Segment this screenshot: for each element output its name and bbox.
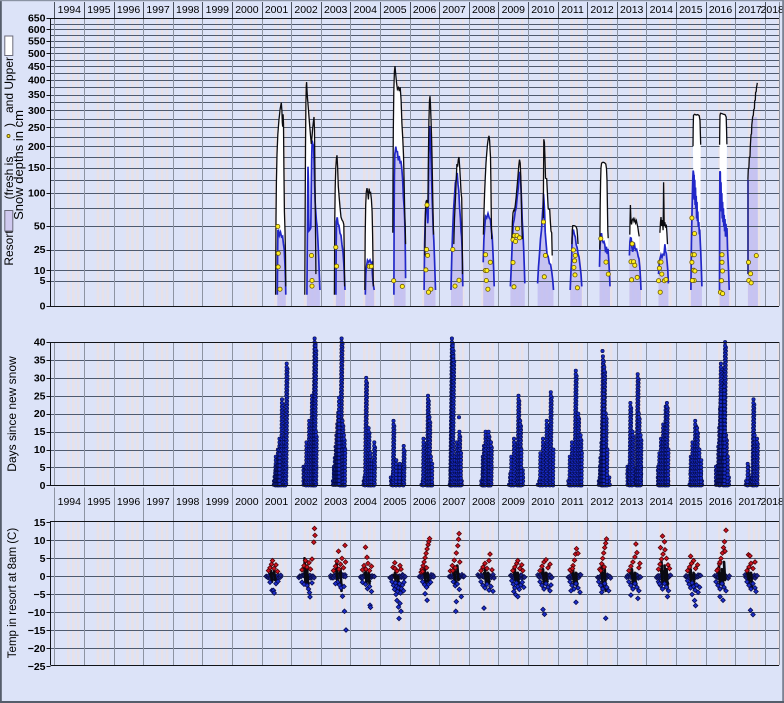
svg-text:2016: 2016 bbox=[709, 496, 733, 508]
svg-text:Temp in resort at 8am (C): Temp in resort at 8am (C) bbox=[7, 528, 19, 659]
svg-text:30: 30 bbox=[34, 372, 46, 384]
svg-text:15: 15 bbox=[34, 517, 46, 529]
svg-text:1994: 1994 bbox=[58, 4, 82, 16]
svg-text:2014: 2014 bbox=[650, 496, 674, 508]
svg-text:5: 5 bbox=[40, 553, 46, 565]
svg-text:Days since new snow: Days since new snow bbox=[5, 356, 19, 472]
svg-text:450: 450 bbox=[28, 61, 46, 73]
svg-text:2006: 2006 bbox=[413, 496, 437, 508]
svg-text:350: 350 bbox=[28, 89, 46, 101]
svg-text:40: 40 bbox=[34, 337, 46, 349]
svg-text:10: 10 bbox=[34, 535, 46, 547]
svg-text:2010: 2010 bbox=[531, 4, 555, 16]
svg-text:−10: −10 bbox=[28, 607, 46, 619]
svg-text:−5: −5 bbox=[34, 589, 46, 601]
svg-text:1999: 1999 bbox=[206, 4, 230, 16]
svg-text:250: 250 bbox=[28, 122, 46, 134]
svg-text:5: 5 bbox=[40, 462, 46, 474]
svg-text:650: 650 bbox=[28, 13, 46, 25]
svg-text:Resort: Resort bbox=[2, 230, 16, 266]
svg-text:100: 100 bbox=[28, 188, 46, 200]
svg-text:500: 500 bbox=[28, 48, 46, 60]
svg-text:2000: 2000 bbox=[235, 4, 259, 16]
svg-text:2018: 2018 bbox=[761, 4, 784, 16]
svg-text:Snow depths in cm: Snow depths in cm bbox=[11, 110, 26, 220]
svg-text:2014: 2014 bbox=[650, 4, 674, 16]
svg-text:2004: 2004 bbox=[354, 496, 378, 508]
svg-text:2015: 2015 bbox=[679, 496, 703, 508]
svg-text:2009: 2009 bbox=[502, 4, 526, 16]
svg-text:2001: 2001 bbox=[265, 4, 289, 16]
svg-text:2013: 2013 bbox=[620, 4, 644, 16]
svg-text:2010: 2010 bbox=[531, 496, 555, 508]
svg-text:2013: 2013 bbox=[620, 496, 644, 508]
svg-text:2009: 2009 bbox=[502, 496, 526, 508]
svg-text:0: 0 bbox=[40, 571, 46, 583]
svg-text:2001: 2001 bbox=[265, 496, 289, 508]
svg-text:2000: 2000 bbox=[235, 496, 259, 508]
svg-text:2002: 2002 bbox=[294, 4, 318, 16]
svg-text:1997: 1997 bbox=[146, 4, 170, 16]
svg-text:0: 0 bbox=[40, 480, 46, 492]
svg-text:1999: 1999 bbox=[206, 496, 230, 508]
svg-text:−25: −25 bbox=[28, 661, 46, 673]
svg-text:5: 5 bbox=[40, 275, 46, 287]
svg-text:550: 550 bbox=[28, 36, 46, 48]
svg-text:1996: 1996 bbox=[117, 496, 141, 508]
svg-text:2006: 2006 bbox=[413, 4, 437, 16]
svg-text:10: 10 bbox=[34, 265, 46, 277]
svg-text:1996: 1996 bbox=[117, 4, 141, 16]
svg-text:and Upper: and Upper bbox=[2, 57, 16, 113]
svg-text:2011: 2011 bbox=[561, 4, 584, 16]
svg-text:50: 50 bbox=[34, 221, 46, 233]
svg-text:25: 25 bbox=[34, 244, 46, 256]
svg-text:2008: 2008 bbox=[472, 496, 496, 508]
svg-text:2008: 2008 bbox=[472, 4, 496, 16]
svg-text:300: 300 bbox=[28, 105, 46, 117]
svg-text:2011: 2011 bbox=[561, 496, 584, 508]
svg-text:400: 400 bbox=[28, 75, 46, 87]
svg-text:2018: 2018 bbox=[761, 496, 784, 508]
svg-text:2007: 2007 bbox=[442, 4, 466, 16]
svg-text:10: 10 bbox=[34, 444, 46, 456]
svg-text:200: 200 bbox=[28, 141, 46, 153]
svg-text:−20: −20 bbox=[28, 643, 46, 655]
svg-text:15: 15 bbox=[34, 426, 46, 438]
svg-text:1995: 1995 bbox=[87, 496, 111, 508]
svg-text:2012: 2012 bbox=[590, 496, 614, 508]
svg-text:1998: 1998 bbox=[176, 496, 200, 508]
svg-text:2012: 2012 bbox=[590, 4, 614, 16]
svg-text:0: 0 bbox=[40, 301, 46, 313]
svg-text:35: 35 bbox=[34, 355, 46, 367]
svg-text:1995: 1995 bbox=[87, 4, 111, 16]
svg-text:2015: 2015 bbox=[679, 4, 703, 16]
svg-text:1994: 1994 bbox=[58, 496, 82, 508]
svg-text:2003: 2003 bbox=[324, 4, 348, 16]
svg-text:2017: 2017 bbox=[738, 496, 762, 508]
svg-text:1997: 1997 bbox=[146, 496, 170, 508]
svg-text:2004: 2004 bbox=[354, 4, 378, 16]
svg-text:2005: 2005 bbox=[383, 496, 407, 508]
svg-text:2016: 2016 bbox=[709, 4, 733, 16]
svg-text:20: 20 bbox=[34, 408, 46, 420]
svg-text:600: 600 bbox=[28, 24, 46, 36]
svg-text:−15: −15 bbox=[28, 625, 46, 637]
svg-text:25: 25 bbox=[34, 390, 46, 402]
svg-text:150: 150 bbox=[28, 162, 46, 174]
svg-text:2005: 2005 bbox=[383, 4, 407, 16]
svg-text:2003: 2003 bbox=[324, 496, 348, 508]
svg-text:2017: 2017 bbox=[738, 4, 762, 16]
svg-text:2007: 2007 bbox=[442, 496, 466, 508]
svg-text:2002: 2002 bbox=[294, 496, 318, 508]
svg-text:1998: 1998 bbox=[176, 4, 200, 16]
